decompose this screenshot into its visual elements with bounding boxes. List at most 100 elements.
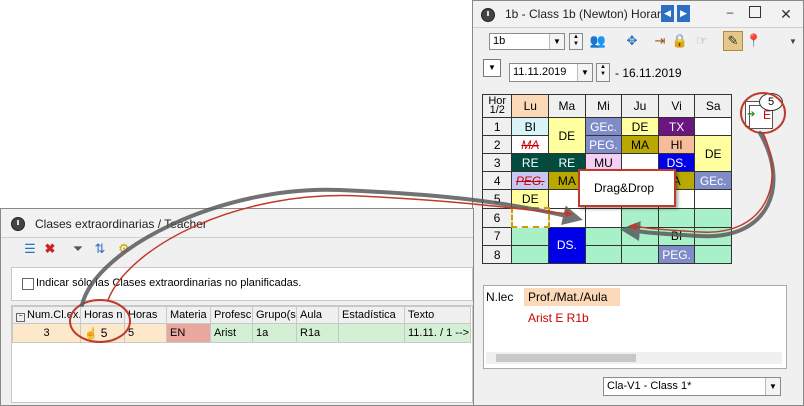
drop-target-cell[interactable]	[510, 207, 550, 228]
handshake-icon[interactable]: ☞	[693, 32, 711, 50]
delete-icon[interactable]: ✖	[41, 240, 59, 258]
column-header[interactable]: − Num.Cl.ex.	[12, 306, 81, 324]
empty-cell[interactable]	[584, 207, 623, 228]
lesson-cell[interactable]: RE	[511, 153, 550, 172]
empty-cell[interactable]	[584, 245, 623, 264]
empty-cell[interactable]	[511, 245, 550, 264]
lesson-cell[interactable]: HI	[657, 135, 696, 154]
export-icon[interactable]: ⇥	[651, 32, 669, 50]
lesson-cell[interactable]: DE	[694, 135, 732, 172]
day-header-vi: Vi	[657, 94, 696, 118]
column-header[interactable]: Texto	[404, 306, 471, 324]
minimize-button[interactable]: –	[723, 6, 737, 19]
expand-icon[interactable]: ✥	[623, 32, 641, 50]
edit-icon[interactable]: ✎	[723, 31, 743, 51]
column-header[interactable]: Profesc	[210, 306, 253, 324]
lesson-cell[interactable]: GEc.	[694, 171, 732, 190]
lesson-cell[interactable]: DS.	[548, 226, 586, 264]
date-range-end: - 16.11.2019	[615, 66, 682, 80]
sort-icon[interactable]: ⇅	[91, 240, 109, 258]
empty-cell[interactable]	[657, 207, 696, 228]
drag-drop-tooltip: Drag&Drop	[578, 169, 676, 207]
toolbar-overflow-icon[interactable]: ▼	[789, 37, 797, 46]
pin-icon[interactable]: 📍	[745, 32, 763, 50]
layout-select[interactable]: Cla-V1 - Class 1* ▼	[603, 377, 781, 396]
prev-nav-button[interactable]: ◀	[661, 5, 674, 22]
cell-profesor: Arist	[210, 323, 253, 343]
day-header-ju: Ju	[621, 94, 659, 118]
lesson-cell[interactable]: MA	[511, 135, 550, 154]
empty-cell[interactable]	[694, 226, 732, 246]
column-header[interactable]: Aula	[296, 306, 339, 324]
class-select[interactable]: 1b ▼	[489, 33, 565, 50]
drag-drop-label: Drag&Drop	[594, 181, 655, 195]
cell-horas: 5	[124, 323, 167, 343]
empty-cell[interactable]	[621, 207, 659, 228]
hand-drag-icon[interactable]: ☝	[84, 328, 98, 340]
cell-horas-n[interactable]: ☝ 5	[80, 323, 125, 343]
lesson-cell[interactable]: DE	[621, 117, 659, 136]
empty-cell[interactable]	[584, 226, 623, 246]
filter-icon[interactable]: ⏷	[69, 240, 87, 258]
settings-icon[interactable]: ⚙	[115, 240, 133, 258]
empty-cell[interactable]	[511, 226, 550, 246]
filter-panel: Indicar sólo las Clases extraordinarias …	[11, 267, 473, 301]
lesson-cell[interactable]: DE	[511, 189, 550, 209]
unscheduled-lessons-badge[interactable]: ➔ E 5	[741, 93, 789, 129]
lesson-cell[interactable]: BI	[657, 226, 696, 246]
list-header-nlec: N.lec	[486, 290, 514, 304]
column-header[interactable]: Horas n	[80, 306, 125, 324]
list-value[interactable]: Arist E R1b	[528, 311, 589, 325]
date-spinner[interactable]: ▲ ▼	[596, 63, 610, 82]
lesson-cell[interactable]: DE	[548, 117, 586, 154]
empty-cell[interactable]	[621, 245, 659, 264]
scrollbar-thumb[interactable]	[496, 354, 636, 362]
lesson-detail-list: N.lec Prof./Mat./Aula Arist E R1b	[483, 285, 787, 369]
day-header-lu: Lu	[511, 94, 550, 118]
view-menu-button[interactable]: ▼	[483, 59, 501, 77]
extra-lessons-window: Clases extraordinarias / Teacher ☰ ✖ ⏷ ⇅…	[0, 208, 474, 406]
clock-icon	[481, 8, 495, 22]
lesson-cell[interactable]: TX	[657, 117, 696, 136]
lesson-cell[interactable]: PEG.	[657, 245, 696, 264]
lesson-cell[interactable]: PEG.	[511, 171, 550, 190]
close-button[interactable]: ✕	[773, 3, 799, 25]
empty-cell[interactable]	[694, 117, 732, 136]
extra-lessons-grid: − Num.Cl.ex. Horas n Horas Materia Profes…	[11, 305, 473, 403]
empty-cell[interactable]	[694, 189, 732, 209]
day-header-mi: Mi	[584, 94, 623, 118]
table-row[interactable]: 3 ☝ 5 5 EN Arist 1a R1a 11.11. / 1 -->	[12, 323, 471, 343]
teachers-icon[interactable]: 👥	[589, 32, 607, 50]
horizontal-scrollbar[interactable]	[486, 352, 782, 364]
empty-cell[interactable]	[548, 207, 586, 228]
period-number: 1	[481, 117, 513, 136]
lesson-cell[interactable]: GEc.	[584, 117, 623, 136]
column-header[interactable]: Horas	[124, 306, 167, 324]
maximize-button[interactable]	[749, 6, 761, 18]
day-header-ma: Ma	[548, 94, 586, 118]
extra-lessons-titlebar: Clases extraordinarias / Teacher	[1, 209, 473, 238]
lesson-cell[interactable]: BI	[511, 117, 550, 136]
period-number: 5	[481, 189, 513, 209]
collapse-icon[interactable]: −	[16, 312, 25, 322]
move-lesson-icon: ➔	[747, 109, 756, 120]
lesson-cell[interactable]: PEG.	[584, 135, 623, 154]
empty-cell[interactable]	[621, 226, 659, 246]
lesson-cell[interactable]: MA	[621, 135, 659, 154]
list-header-prof-mat-aula: Prof./Mat./Aula	[524, 288, 620, 306]
empty-cell[interactable]	[694, 207, 732, 228]
day-header-sa: Sa	[694, 94, 732, 118]
column-header[interactable]: Grupo(s	[252, 306, 297, 324]
column-header[interactable]: Estadística	[338, 306, 405, 324]
next-nav-button[interactable]: ▶	[677, 5, 690, 22]
column-header[interactable]: Materia	[166, 306, 211, 324]
unplanned-only-checkbox[interactable]	[22, 278, 34, 290]
class-spinner[interactable]: ▲ ▼	[569, 33, 583, 50]
lock-icon[interactable]: 🔒	[671, 32, 689, 50]
date-from-field[interactable]: 11.11.2019 ▼	[509, 63, 593, 82]
list-icon[interactable]: ☰	[21, 240, 39, 258]
empty-cell[interactable]	[694, 245, 732, 264]
period-number: 4	[481, 171, 513, 190]
cell-estadistica	[338, 323, 405, 343]
calendar-dropdown-icon: ▼	[577, 64, 592, 81]
